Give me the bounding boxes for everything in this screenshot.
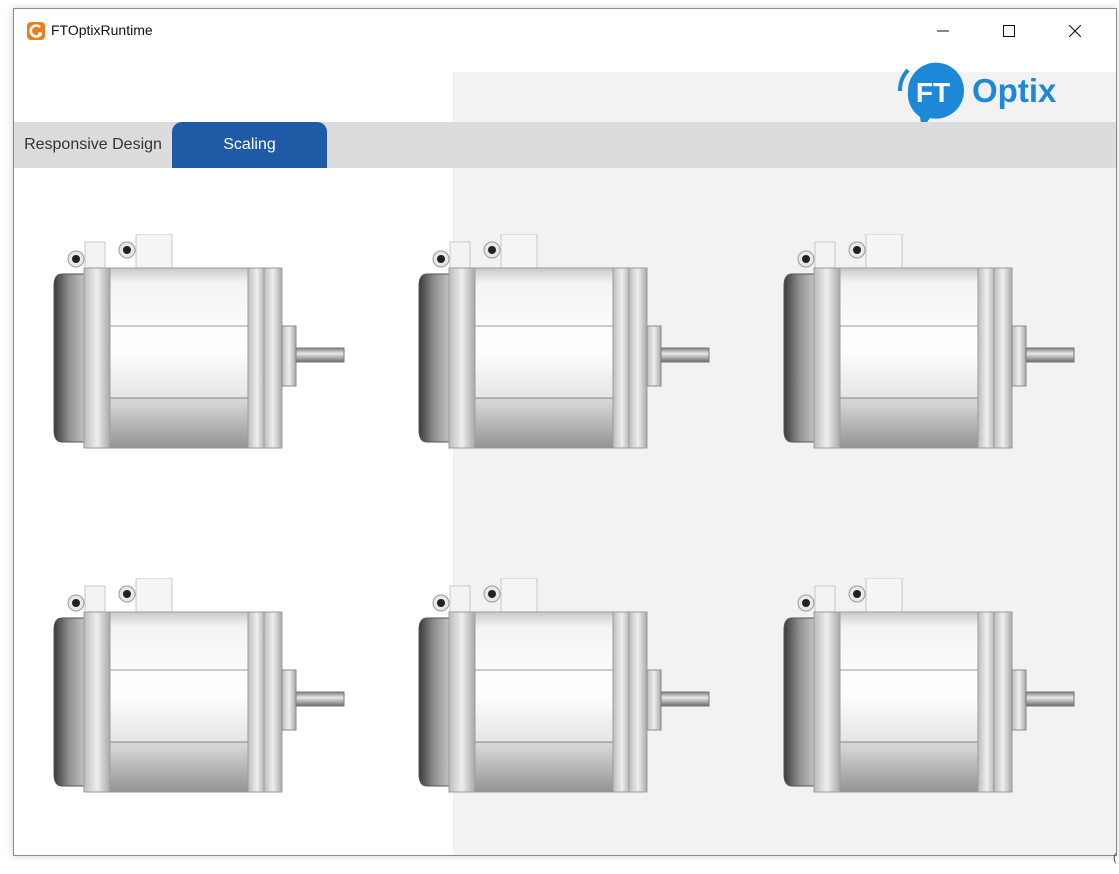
close-button[interactable] [1052,9,1098,53]
motor-image [53,234,345,449]
tab-label: Scaling [223,136,276,153]
ft-optix-logo: FT Optix [897,62,1057,129]
tab-bar: Responsive Design Scaling [14,122,1116,168]
maximize-button[interactable] [986,9,1032,53]
motor-image [783,578,1075,793]
minimize-button[interactable] [920,9,966,53]
logo-badge-text: FT [916,77,950,108]
logo-text: Optix [972,72,1057,109]
close-icon [1069,25,1081,37]
motor-image [418,234,710,449]
maximize-icon [1003,25,1015,37]
title-bar: FTOptixRuntime [14,9,1116,53]
app-window: FTOptixRuntime FT Optix Responsive Desig… [13,8,1117,856]
corner-mark: ( [1113,852,1117,864]
motor-image [783,234,1075,449]
minimize-icon [937,30,949,32]
window-title: FTOptixRuntime [51,22,153,38]
tab-label: Responsive Design [24,136,162,153]
motor-image [418,578,710,793]
tab-scaling[interactable]: Scaling [172,122,327,168]
optix-runtime-icon [27,22,45,40]
motor-image [53,578,345,793]
tab-responsive-design[interactable]: Responsive Design [14,122,172,168]
